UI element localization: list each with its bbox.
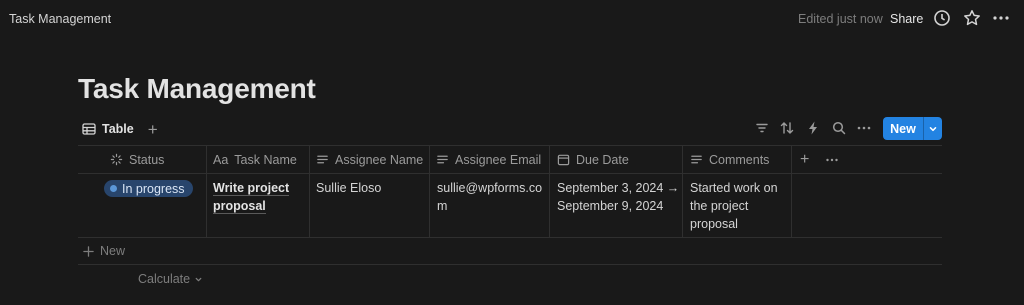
top-bar: Task Management Edited just now Share bbox=[0, 0, 1024, 38]
assignee-email-cell[interactable]: sullie@wpforms.co m bbox=[437, 179, 542, 215]
new-row-bottom-border bbox=[78, 264, 942, 265]
chevron-down-icon[interactable] bbox=[924, 124, 942, 134]
status-label: In progress bbox=[122, 181, 185, 196]
view-tabs: Table + bbox=[82, 119, 158, 139]
column-header-label: Assignee Name bbox=[335, 152, 424, 167]
comment-line: Started work on bbox=[690, 181, 778, 195]
task-name-cell[interactable]: Write project proposal bbox=[213, 179, 290, 215]
column-header-label: Assignee Email bbox=[455, 152, 542, 167]
column-header-due-date[interactable]: Due Date bbox=[557, 146, 629, 173]
column-header-assignee-email[interactable]: Assignee Email bbox=[436, 146, 541, 173]
column-header-label: Comments bbox=[709, 152, 770, 167]
clock-icon[interactable] bbox=[933, 9, 951, 27]
more-options-icon[interactable] bbox=[856, 120, 872, 136]
sort-icon[interactable] bbox=[779, 120, 795, 136]
assignee-name-cell[interactable]: Sullie Eloso bbox=[316, 179, 381, 197]
column-divider bbox=[206, 146, 207, 237]
page-title[interactable]: Task Management bbox=[78, 73, 316, 105]
task-name-line: proposal bbox=[213, 199, 266, 214]
calendar-icon bbox=[557, 154, 570, 166]
add-column-button[interactable]: + bbox=[800, 146, 809, 173]
status-dot bbox=[110, 185, 117, 192]
column-header-comments[interactable]: Comments bbox=[690, 146, 769, 173]
column-header-task-name[interactable]: Aa Task Name bbox=[213, 146, 297, 173]
column-header-label: Status bbox=[129, 152, 165, 167]
search-icon[interactable] bbox=[831, 120, 847, 136]
text-lines-icon bbox=[691, 155, 702, 164]
column-divider bbox=[309, 146, 310, 237]
comment-line: proposal bbox=[690, 217, 738, 231]
more-options-icon[interactable] bbox=[992, 9, 1010, 27]
tab-table-label: Table bbox=[102, 122, 134, 136]
edited-status: Edited just now bbox=[798, 12, 883, 26]
column-header-label: Due Date bbox=[576, 152, 629, 167]
column-header-assignee-name[interactable]: Assignee Name bbox=[316, 146, 423, 173]
column-header-status[interactable]: Status bbox=[110, 146, 164, 173]
calculate-label: Calculate bbox=[138, 272, 191, 286]
filter-icon[interactable] bbox=[754, 120, 770, 136]
new-button-label: New bbox=[890, 121, 916, 136]
due-date-line: September 9, 2024 bbox=[557, 199, 664, 213]
new-row-label: New bbox=[100, 244, 126, 258]
column-header-label: Task Name bbox=[234, 152, 297, 167]
breadcrumb[interactable]: Task Management bbox=[9, 12, 111, 26]
share-button[interactable]: Share bbox=[890, 12, 923, 26]
row-bottom-border bbox=[78, 237, 942, 238]
more-options-icon[interactable] bbox=[825, 146, 839, 173]
plus-icon bbox=[83, 245, 94, 257]
column-divider bbox=[682, 146, 683, 237]
comments-cell[interactable]: Started work on the project proposal bbox=[690, 179, 778, 233]
add-view-button[interactable]: + bbox=[148, 121, 158, 138]
header-bottom-border bbox=[78, 173, 942, 174]
automation-lightning-icon[interactable] bbox=[805, 120, 821, 136]
due-date-line: September 3, 2024 → bbox=[557, 181, 680, 195]
column-divider bbox=[791, 146, 792, 237]
chevron-down-icon bbox=[195, 277, 202, 281]
star-icon[interactable] bbox=[963, 9, 981, 27]
task-name-line: Write project bbox=[213, 181, 290, 196]
text-property-icon: Aa bbox=[213, 152, 229, 167]
new-row-button[interactable]: New bbox=[83, 244, 125, 258]
column-divider bbox=[549, 146, 550, 237]
email-line: sullie@wpforms.co bbox=[437, 181, 543, 195]
column-divider bbox=[429, 146, 430, 237]
email-line: m bbox=[437, 199, 448, 213]
status-loader-icon bbox=[110, 153, 123, 166]
comment-line: the project bbox=[690, 199, 749, 213]
new-button[interactable]: New bbox=[883, 117, 942, 140]
text-lines-icon bbox=[437, 155, 448, 164]
text-lines-icon bbox=[317, 155, 328, 164]
due-date-cell[interactable]: September 3, 2024 → September 9, 2024 bbox=[557, 179, 679, 215]
calculate-button[interactable]: Calculate bbox=[138, 272, 203, 286]
table-icon bbox=[82, 123, 96, 135]
status-badge[interactable]: In progress bbox=[104, 180, 193, 197]
tab-table[interactable]: Table bbox=[82, 122, 134, 136]
